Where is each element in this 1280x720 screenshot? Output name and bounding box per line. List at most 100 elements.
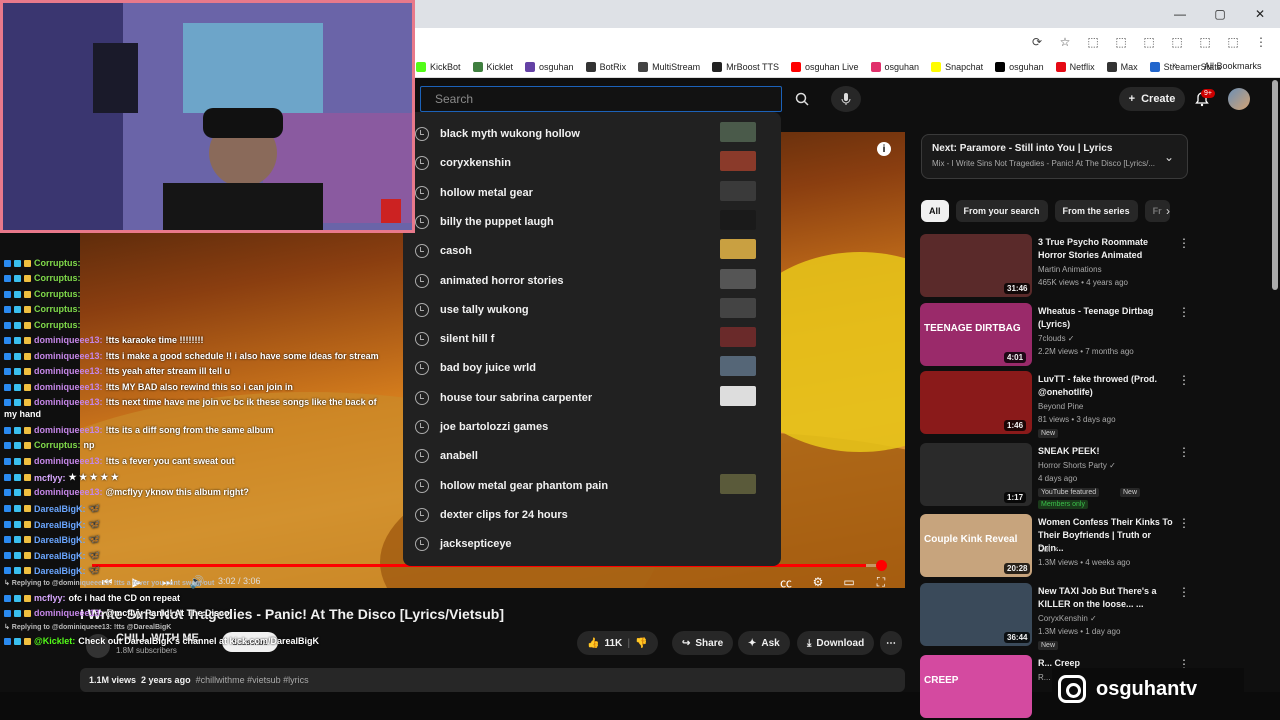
- minimize-button[interactable]: —: [1160, 0, 1200, 28]
- video-thumbnail[interactable]: CREEP: [920, 655, 1032, 718]
- install-icon[interactable]: ⟳: [1028, 33, 1046, 51]
- chat-username[interactable]: DarealBigK:: [34, 535, 86, 545]
- bookmark-item[interactable]: osguhan: [870, 61, 919, 72]
- hashtags[interactable]: #chillwithme #vietsub #lyrics: [196, 675, 309, 685]
- chat-username[interactable]: dominiqueee13:: [34, 351, 103, 361]
- search-suggestion[interactable]: casoh: [415, 238, 760, 264]
- chevron-down-icon[interactable]: ⌄: [1164, 150, 1174, 164]
- account-avatar[interactable]: [1228, 88, 1250, 110]
- sidepanel-icon[interactable]: ⬚: [1196, 33, 1214, 51]
- chat-username[interactable]: DarealBigK:: [34, 520, 86, 530]
- more-icon[interactable]: ⋮: [1178, 516, 1190, 530]
- more-icon[interactable]: ⋮: [1178, 445, 1190, 459]
- bookmark-item[interactable]: KickBot: [416, 61, 461, 72]
- chat-username[interactable]: dominiqueee13:: [34, 456, 103, 466]
- chat-username[interactable]: Corruptus:: [34, 440, 81, 450]
- search-suggestion[interactable]: use tally wukong: [415, 297, 760, 323]
- search-suggestion[interactable]: joe bartolozzi games: [415, 414, 760, 440]
- chat-username[interactable]: dominiqueee13:: [34, 608, 103, 618]
- recommended-video[interactable]: 31:46 3 True Psycho Roommate Horror Stori…: [920, 234, 1190, 298]
- bookmarks-overflow[interactable]: »: [1172, 60, 1178, 71]
- scrollbar[interactable]: [1272, 80, 1278, 290]
- bookmark-item[interactable]: Snapchat: [931, 61, 983, 72]
- chat-username[interactable]: DarealBigK:: [34, 551, 86, 561]
- recommended-video[interactable]: TEENAGE DIRTBAG 4:01 Wheatus - Teenage Dir…: [920, 303, 1190, 367]
- channel-name[interactable]: R...: [1038, 673, 1050, 682]
- ask-button[interactable]: ✦ Ask: [738, 631, 790, 655]
- search-suggestion[interactable]: hollow metal gear: [415, 180, 760, 206]
- search-suggestion[interactable]: house tour sabrina carpenter: [415, 385, 760, 411]
- search-input[interactable]: Search: [420, 86, 782, 112]
- share-button[interactable]: ↪ Share: [672, 631, 734, 655]
- channel-name[interactable]: Martin Animations: [1038, 265, 1102, 274]
- chat-username[interactable]: mcflyy:: [34, 593, 66, 603]
- maximize-button[interactable]: ▢: [1200, 0, 1240, 28]
- more-icon[interactable]: ⋮: [1178, 236, 1190, 250]
- theater-mode-icon[interactable]: ▭: [841, 574, 857, 590]
- all-bookmarks[interactable]: All Bookmarks: [1204, 61, 1262, 71]
- chat-username[interactable]: Corruptus:: [34, 320, 81, 330]
- search-suggestion[interactable]: animated horror stories: [415, 268, 760, 294]
- search-suggestion[interactable]: dexter clips for 24 hours: [415, 502, 760, 528]
- chat-username[interactable]: dominiqueee13:: [34, 487, 103, 497]
- bookmark-item[interactable]: osguhan: [525, 61, 574, 72]
- recommended-video[interactable]: Couple Kink Reveal 20:28 Women Confess The…: [920, 514, 1190, 578]
- chat-username[interactable]: dominiqueee13:: [34, 366, 103, 376]
- chat-username[interactable]: mcflyy:: [34, 473, 66, 483]
- scrubber-handle[interactable]: [876, 560, 887, 571]
- chip-all[interactable]: All: [921, 200, 949, 222]
- fullscreen-icon[interactable]: ⛶: [873, 574, 889, 590]
- bookmark-item[interactable]: osguhan Live: [790, 61, 859, 72]
- voice-search-button[interactable]: [831, 86, 861, 112]
- captions-icon[interactable]: ㏄: [778, 574, 794, 590]
- channel-name[interactable]: Horror Shorts Party ✓: [1038, 461, 1116, 470]
- more-icon[interactable]: ⋮: [1178, 585, 1190, 599]
- search-suggestion[interactable]: coryxkenshin: [415, 150, 760, 176]
- chip-from-your-search[interactable]: From your search: [955, 200, 1048, 222]
- create-button[interactable]: + Create: [1119, 87, 1185, 111]
- recommended-video[interactable]: 1:46 LuvTT - fake throwed (Prod. @onehotl…: [920, 371, 1190, 438]
- search-suggestion[interactable]: jacksepticeye: [415, 531, 760, 557]
- chat-username[interactable]: DarealBigK:: [34, 566, 86, 576]
- chat-username[interactable]: @Kicklet:: [34, 636, 75, 646]
- chat-username[interactable]: dominiqueee13:: [34, 425, 103, 435]
- like-button[interactable]: 👍 11K | 👎: [577, 631, 658, 655]
- search-suggestion[interactable]: billy the puppet laugh: [415, 209, 760, 235]
- profile-icon[interactable]: ⬚: [1224, 33, 1242, 51]
- close-window-button[interactable]: ✕: [1240, 0, 1280, 28]
- star-icon[interactable]: ☆: [1056, 33, 1074, 51]
- chevron-right-icon[interactable]: ›: [1166, 204, 1170, 218]
- puzzle-icon[interactable]: ⬚: [1168, 33, 1186, 51]
- chat-username[interactable]: DarealBigK:: [34, 504, 86, 514]
- bookmark-item[interactable]: Max: [1106, 61, 1138, 72]
- extension-icon[interactable]: ⬚: [1112, 33, 1130, 51]
- kebab-menu-icon[interactable]: ⋮: [1252, 33, 1270, 51]
- channel-name[interactable]: Cut ✓: [1038, 545, 1059, 554]
- bookmark-item[interactable]: Kicklet: [472, 61, 513, 72]
- bookmark-item[interactable]: osguhan: [995, 61, 1044, 72]
- extension-icon[interactable]: ⬚: [1084, 33, 1102, 51]
- chip-from-the-series[interactable]: From the series: [1054, 200, 1138, 222]
- channel-name[interactable]: CoryxKenshin ✓: [1038, 614, 1097, 623]
- search-button[interactable]: [786, 86, 818, 112]
- search-suggestion[interactable]: black myth wukong hollow: [415, 121, 760, 147]
- thumbs-down-icon[interactable]: 👎: [635, 638, 647, 649]
- chat-username[interactable]: dominiqueee13:: [34, 382, 103, 392]
- description-box[interactable]: 1.1M views 2 years ago #chillwithme #vie…: [80, 668, 905, 692]
- search-suggestion[interactable]: anabell: [415, 443, 760, 469]
- channel-name[interactable]: Beyond Pine: [1038, 402, 1083, 411]
- chat-username[interactable]: dominiqueee13:: [34, 335, 103, 345]
- search-suggestion[interactable]: bad boy juice wrld: [415, 355, 760, 381]
- search-suggestion[interactable]: hollow metal gear phantom pain: [415, 473, 760, 499]
- extension-icon[interactable]: ⬚: [1140, 33, 1158, 51]
- download-button[interactable]: ⤓ Download: [797, 631, 875, 655]
- bookmark-item[interactable]: Netflix: [1055, 61, 1095, 72]
- chat-username[interactable]: Corruptus:: [34, 304, 81, 314]
- chat-username[interactable]: dominiqueee13:: [34, 397, 103, 407]
- info-icon[interactable]: i: [877, 142, 891, 156]
- chat-username[interactable]: Corruptus:: [34, 273, 81, 283]
- search-suggestion[interactable]: silent hill f: [415, 326, 760, 352]
- recommended-video[interactable]: 1:17 SNEAK PEEK! Horror Shorts Party ✓ 4 da…: [920, 443, 1190, 509]
- more-icon[interactable]: ⋮: [1178, 305, 1190, 319]
- more-actions-button[interactable]: ⋯: [880, 631, 902, 655]
